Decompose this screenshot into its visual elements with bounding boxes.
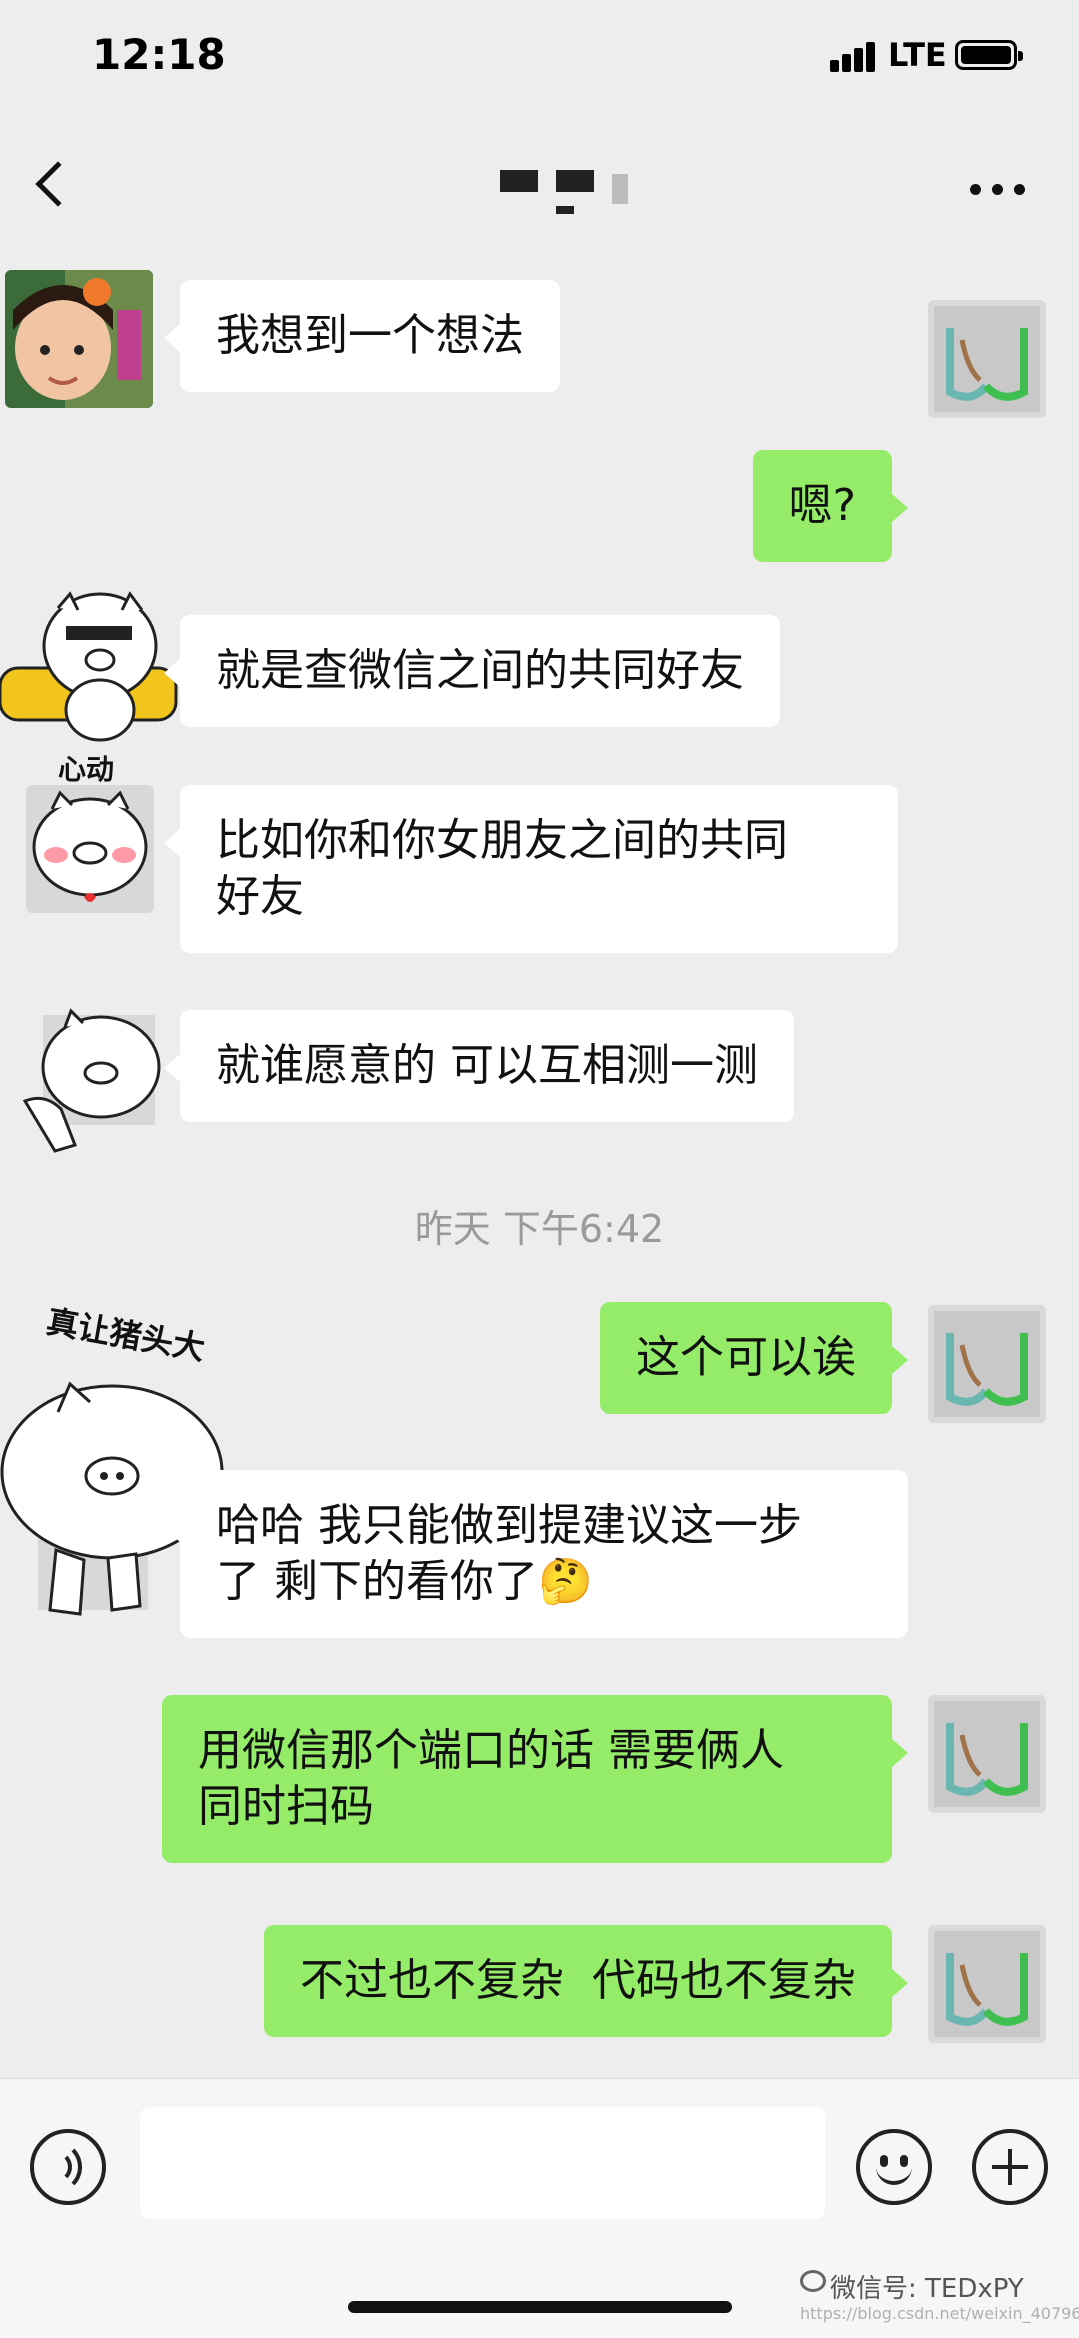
battery-icon xyxy=(955,40,1023,70)
green-doodle-avatar[interactable] xyxy=(928,1305,1046,1423)
home-indicator[interactable] xyxy=(348,2301,732,2313)
pig-sticker-avatar[interactable] xyxy=(15,1005,165,1155)
incoming-message[interactable]: 我想到一个想法 xyxy=(164,280,560,392)
network-label: LTE xyxy=(888,36,947,74)
wechat-logo-icon xyxy=(800,2270,826,2292)
green-doodle-avatar[interactable] xyxy=(928,1695,1046,1813)
outgoing-message[interactable]: 用微信那个端口的话 需要俩人 同时扫码 xyxy=(162,1695,908,1863)
incoming-message[interactable]: 就是查微信之间的共同好友 xyxy=(164,615,780,727)
back-icon[interactable] xyxy=(35,161,81,207)
incoming-message[interactable]: 比如你和你女朋友之间的共同 好友 xyxy=(164,785,898,953)
message-timestamp: 昨天 下午6:42 xyxy=(414,1207,665,1251)
chat-message-list[interactable]: 我想到一个想法 嗯? 就是查微信之间的共同好友 心动 比如你和你女朋友之间的共同… xyxy=(0,240,1079,2080)
incoming-message[interactable]: 哈哈 我只能做到提建议这一步 了 剩下的看你了🤔 xyxy=(164,1470,908,1638)
voice-input-button[interactable] xyxy=(30,2129,106,2205)
contact-name-redacted xyxy=(500,170,640,230)
more-functions-button[interactable] xyxy=(972,2129,1048,2205)
pig-sticker-avatar[interactable] xyxy=(26,785,154,913)
watermark-url: https://blog.csdn.net/weixin_40796852 xyxy=(800,2304,1079,2323)
green-doodle-avatar[interactable] xyxy=(928,300,1046,418)
green-doodle-avatar[interactable] xyxy=(928,1925,1046,2043)
chat-header xyxy=(0,110,1079,240)
sticker-caption: 心动 xyxy=(58,753,115,786)
watermark-text: 微信号: TEDxPY xyxy=(830,2274,1024,2304)
girl-photo-avatar[interactable] xyxy=(5,270,153,408)
pig-sticker-avatar[interactable] xyxy=(0,580,180,750)
voice-wave-icon xyxy=(30,2141,82,2193)
sticker-caption: 真让猪头大 xyxy=(43,1302,208,1368)
emoji-mouth-icon xyxy=(876,2163,912,2185)
outgoing-message[interactable]: 不过也不复杂 代码也不复杂 xyxy=(264,1925,908,2037)
outgoing-message[interactable]: 这个可以诶 xyxy=(600,1302,908,1414)
signal-icon xyxy=(830,40,876,72)
incoming-message[interactable]: 就谁愿意的 可以互相测一测 xyxy=(164,1010,794,1122)
status-bar: 12:18 LTE xyxy=(0,0,1079,110)
more-options-icon[interactable] xyxy=(970,184,1026,196)
message-text-input[interactable] xyxy=(140,2107,825,2219)
outgoing-message[interactable]: 嗯? xyxy=(752,450,909,562)
status-time: 12:18 xyxy=(92,30,226,79)
emoji-button[interactable] xyxy=(856,2129,932,2205)
